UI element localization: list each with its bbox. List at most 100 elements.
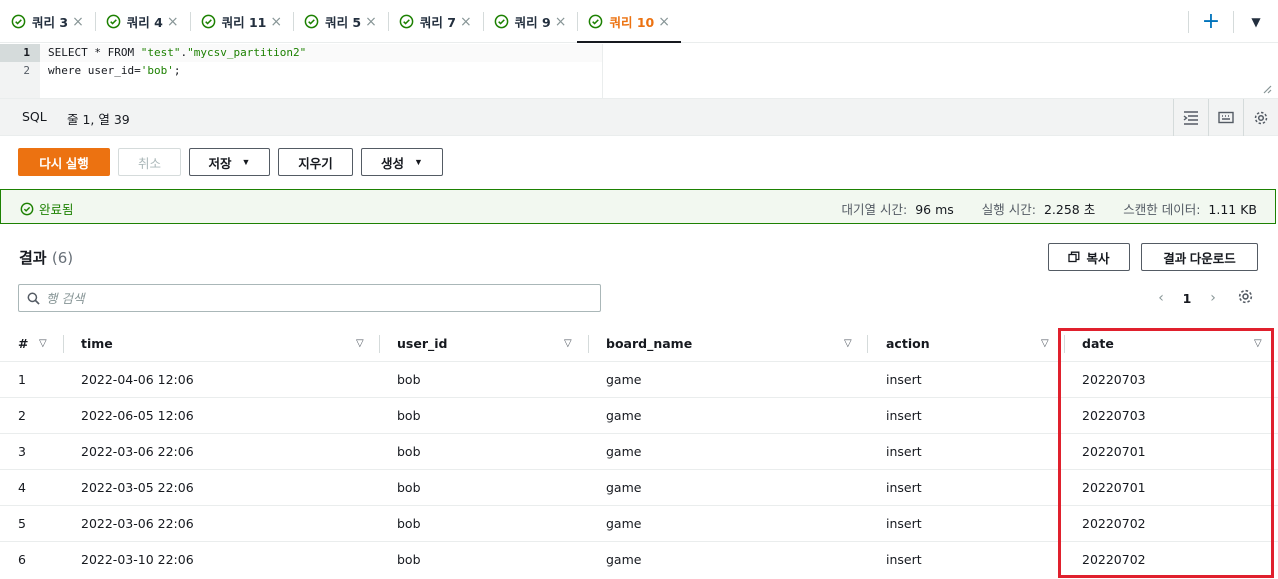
cell-index: 1 — [18, 372, 26, 387]
success-check-icon — [304, 14, 319, 29]
query-tab-bar: 쿼리 3 × 쿼리 4 × 쿼리 11 × 쿼리 5 × 쿼리 7 × 쿼리 9… — [0, 0, 1278, 43]
results-count: (6) — [51, 249, 74, 267]
cancel-button[interactable]: 취소 — [118, 148, 181, 176]
column-header-time[interactable]: time — [81, 326, 113, 362]
cell-date: 20220701 — [1082, 444, 1146, 459]
data-scanned: 스캔한 데이터: 1.11 KB — [1123, 199, 1257, 218]
code-area[interactable]: SELECT * FROM "test"."mycsv_partition2" … — [48, 44, 306, 80]
tab-query-4[interactable]: 쿼리 4 × — [94, 0, 190, 43]
column-divider[interactable] — [588, 335, 589, 353]
sort-glyph: ▽ — [564, 338, 572, 349]
cell-user-id: bob — [397, 408, 421, 423]
code-token: ; — [173, 64, 181, 77]
copy-button[interactable]: 복사 — [1048, 243, 1130, 271]
caret-down-icon: ▼ — [414, 157, 423, 167]
column-header-board-name[interactable]: board_name — [606, 326, 692, 362]
success-check-icon — [11, 14, 26, 29]
table-row: 1 2022-04-06 12:06 bob game insert 20220… — [0, 362, 1278, 398]
tab-query-9[interactable]: 쿼리 9 × — [482, 0, 578, 43]
cell-action: insert — [886, 408, 922, 423]
cell-index: 4 — [18, 480, 26, 495]
current-page[interactable]: 1 — [1170, 291, 1204, 306]
code-line: where user_id='bob'; — [48, 62, 306, 80]
query-status-banner: 완료됨 대기열 시간: 96 ms 실행 시간: 2.258 초 스캔한 데이터: 1… — [0, 189, 1276, 224]
pagination: ‹ 1 › — [1152, 287, 1222, 309]
tab-query-10[interactable]: 쿼리 10 × — [577, 0, 682, 43]
cell-board-name: game — [606, 552, 642, 567]
table-row: 5 2022-03-06 22:06 bob game insert 20220… — [0, 506, 1278, 542]
cell-user-id: bob — [397, 444, 421, 459]
metric-value: 1.11 KB — [1208, 202, 1257, 217]
tab-query-5[interactable]: 쿼리 5 × — [293, 0, 388, 43]
tab-label: 쿼리 3 — [32, 15, 69, 30]
close-icon[interactable]: × — [270, 14, 282, 30]
cell-date: 20220701 — [1082, 480, 1146, 495]
status-text: 완료됨 — [39, 202, 74, 217]
table-row: 2 2022-06-05 12:06 bob game insert 20220… — [0, 398, 1278, 434]
column-divider[interactable] — [1064, 335, 1065, 353]
cell-board-name: game — [606, 516, 642, 531]
column-label: action — [886, 336, 930, 351]
close-icon[interactable]: × — [167, 14, 179, 30]
sort-glyph: ▽ — [844, 338, 852, 349]
gear-icon[interactable] — [1243, 99, 1278, 136]
tab-label: 쿼리 11 — [221, 15, 267, 30]
cell-board-name: game — [606, 444, 642, 459]
caret-down-icon: ▼ — [241, 157, 251, 167]
run-time: 실행 시간: 2.258 초 — [982, 199, 1095, 218]
cell-user-id: bob — [397, 480, 421, 495]
status-badge: 완료됨 — [20, 199, 74, 218]
create-dropdown-button[interactable]: 생성 ▼ — [361, 148, 443, 176]
column-label: time — [81, 336, 113, 351]
row-search[interactable] — [18, 284, 601, 312]
next-page-chevron-icon[interactable]: › — [1204, 290, 1222, 306]
column-divider[interactable] — [63, 335, 64, 353]
format-query-icon[interactable] — [1173, 99, 1208, 136]
metric-value: 2.258 초 — [1043, 202, 1096, 217]
tab-menu-chevron-down-icon[interactable]: ▼ — [1234, 15, 1278, 29]
tab-label: 쿼리 10 — [609, 15, 655, 30]
cell-action: insert — [886, 552, 922, 567]
tab-query-3[interactable]: 쿼리 3 × — [0, 0, 95, 43]
success-check-icon — [589, 14, 603, 29]
sql-editor[interactable]: 1 2 SELECT * FROM "test"."mycsv_partitio… — [0, 44, 1278, 99]
add-tab-icon[interactable]: + — [1189, 10, 1233, 33]
close-icon[interactable]: × — [72, 14, 84, 30]
cell-index: 2 — [18, 408, 26, 423]
clear-button[interactable]: 지우기 — [278, 148, 353, 176]
tab-query-11[interactable]: 쿼리 11 × — [189, 0, 293, 43]
cell-time: 2022-03-05 22:06 — [81, 480, 194, 495]
column-divider[interactable] — [867, 335, 868, 353]
close-icon[interactable]: × — [460, 14, 472, 30]
column-header-user-id[interactable]: user_id — [397, 326, 447, 362]
search-input[interactable] — [46, 290, 566, 306]
code-token: where user_id= — [48, 64, 141, 77]
tab-label: 쿼리 7 — [419, 15, 456, 30]
cell-board-name: game — [606, 408, 642, 423]
save-dropdown-button[interactable]: 저장 ▼ — [189, 148, 270, 176]
cell-index: 5 — [18, 516, 26, 531]
cursor-position: 줄 1, 열 39 — [67, 112, 130, 127]
column-header-action[interactable]: action — [886, 326, 930, 362]
column-divider[interactable] — [379, 335, 380, 353]
sort-glyph: ▽ — [1254, 338, 1262, 349]
tab-label: 쿼리 5 — [325, 15, 362, 30]
close-icon[interactable]: × — [658, 14, 670, 30]
column-header-index[interactable]: # — [18, 326, 28, 362]
resize-handle-icon[interactable] — [1262, 84, 1272, 94]
tab-query-7[interactable]: 쿼리 7 × — [387, 0, 483, 43]
keyboard-icon[interactable] — [1208, 99, 1243, 136]
table-preferences-gear-icon[interactable] — [1237, 288, 1254, 305]
success-check-icon — [399, 14, 414, 29]
run-again-button[interactable]: 다시 실행 — [18, 148, 110, 176]
cell-board-name: game — [606, 372, 642, 387]
results-title: 결과 (6) — [19, 247, 73, 268]
editor-tools — [1173, 99, 1278, 136]
close-icon[interactable]: × — [365, 14, 377, 30]
prev-page-chevron-icon[interactable]: ‹ — [1152, 290, 1170, 306]
close-icon[interactable]: × — [555, 14, 567, 30]
column-header-date[interactable]: date — [1082, 326, 1114, 362]
editor-status-bar: SQL 줄 1, 열 39 — [0, 99, 1278, 136]
cell-date: 20220703 — [1082, 372, 1146, 387]
download-results-button[interactable]: 결과 다운로드 — [1141, 243, 1258, 271]
